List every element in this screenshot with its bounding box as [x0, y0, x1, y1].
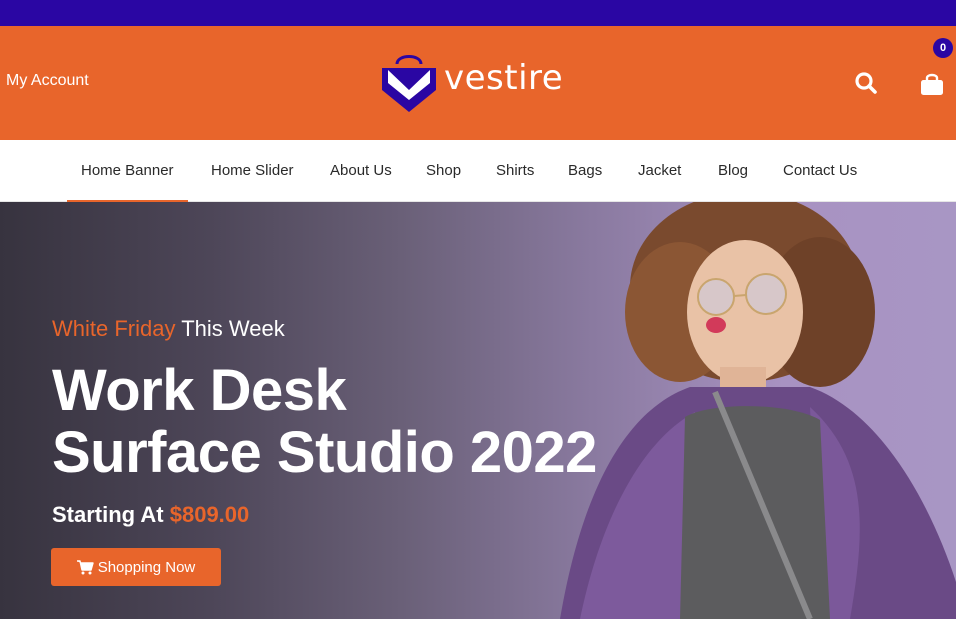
- cart-icon: [76, 559, 94, 574]
- hero-price-prefix: Starting At: [52, 502, 170, 527]
- hero-title-line-1: Work Desk: [52, 358, 347, 423]
- main-navigation: Home Banner Home Slider About Us Shop Sh…: [0, 140, 956, 202]
- nav-item-home-banner[interactable]: Home Banner: [67, 140, 188, 202]
- shopping-bag-icon: [921, 73, 943, 95]
- hero-subtitle-accent: White Friday: [52, 316, 176, 341]
- hero-title-line-2: Surface Studio 2022: [52, 420, 597, 485]
- site-header: My Account vestire 0: [0, 26, 956, 140]
- my-account-link[interactable]: My Account: [6, 72, 89, 90]
- nav-item-home-slider[interactable]: Home Slider: [211, 140, 294, 202]
- nav-item-bags[interactable]: Bags: [568, 140, 602, 202]
- cart-count-badge: 0: [933, 38, 953, 58]
- search-icon: [855, 72, 877, 94]
- cart-button[interactable]: [918, 70, 946, 98]
- hero-subtitle-rest: This Week: [175, 316, 285, 341]
- search-button[interactable]: [853, 70, 879, 96]
- hero-subtitle: White Friday This Week: [52, 316, 285, 342]
- shopping-now-label: Shopping Now: [97, 558, 196, 576]
- shopping-now-button[interactable]: Shopping Now: [51, 548, 221, 586]
- logo-icon: [382, 55, 436, 112]
- nav-item-jacket[interactable]: Jacket: [638, 140, 681, 202]
- hero-price: Starting At $809.00: [52, 502, 249, 528]
- top-bar: [0, 0, 956, 26]
- logo-text: vestire: [444, 58, 564, 98]
- site-logo[interactable]: vestire: [380, 50, 570, 116]
- nav-item-shop[interactable]: Shop: [426, 140, 461, 202]
- nav-item-shirts[interactable]: Shirts: [496, 140, 534, 202]
- hero-price-value: $809.00: [169, 502, 250, 527]
- nav-item-contact-us[interactable]: Contact Us: [783, 140, 857, 202]
- hero-banner: White Friday This Week Work Desk Surface…: [0, 202, 956, 619]
- hero-title: Work Desk Surface Studio 2022: [52, 360, 597, 484]
- nav-item-about-us[interactable]: About Us: [330, 140, 392, 202]
- nav-item-blog[interactable]: Blog: [718, 140, 748, 202]
